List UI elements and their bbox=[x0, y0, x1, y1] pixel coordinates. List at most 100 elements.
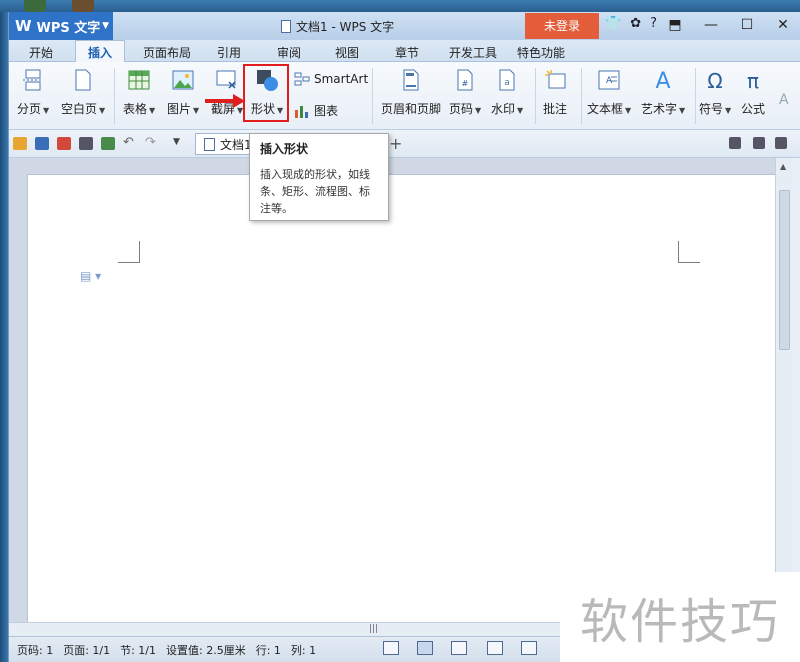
status-setting: 设置值: 2.5厘米 bbox=[166, 643, 246, 657]
tab-home[interactable]: 开始 bbox=[29, 44, 53, 61]
desktop-avatar-icon[interactable] bbox=[72, 0, 94, 12]
scroll-thumb[interactable] bbox=[779, 190, 790, 350]
view-outline-icon[interactable] bbox=[451, 641, 467, 655]
tab-developer[interactable]: 开发工具 bbox=[449, 44, 497, 61]
feedback-icon[interactable]: ✿ bbox=[630, 16, 641, 31]
open-icon[interactable] bbox=[13, 137, 27, 150]
textbox-button[interactable]: A 文本框 ▼ bbox=[587, 68, 631, 117]
tab-review[interactable]: 审阅 bbox=[277, 44, 301, 61]
view-page-icon[interactable] bbox=[417, 641, 433, 655]
skin-icon[interactable]: 👕 bbox=[605, 16, 621, 31]
watermark-icon: a bbox=[499, 69, 515, 91]
formula-button[interactable]: π 公式 bbox=[741, 68, 765, 117]
tab-references[interactable]: 引用 bbox=[217, 44, 241, 61]
tooltip-body: 插入现成的形状，如线条、矩形、流程图、标注等。 bbox=[260, 168, 370, 215]
redo-icon[interactable]: ↷ bbox=[145, 135, 156, 150]
symbol-button[interactable]: Ω 符号 ▼ bbox=[699, 68, 731, 117]
comment-button[interactable]: 批注 bbox=[543, 68, 567, 117]
ribbon-insert: 分页▼ 空白页▼ 表格▼ 图片▼ 截屏▼ 形状▼ SmartArt bbox=[9, 62, 800, 130]
format-icon[interactable] bbox=[729, 137, 741, 149]
page-break-icon bbox=[23, 69, 44, 91]
smartart-icon bbox=[294, 72, 310, 86]
svg-text:a: a bbox=[504, 78, 510, 88]
page-number-button[interactable]: # 页码 ▼ bbox=[449, 68, 481, 117]
desktop-strip bbox=[0, 0, 800, 12]
quick-access-bar: ↶ ↷ ▼ 文档1 + bbox=[9, 130, 800, 158]
symbol-icon: Ω bbox=[707, 69, 722, 92]
maximize-button[interactable]: ☐ bbox=[729, 12, 765, 38]
vertical-scrollbar[interactable]: ▲ ▼ bbox=[775, 158, 793, 632]
new-tab-icon[interactable]: + bbox=[389, 134, 402, 153]
print-preview-icon[interactable] bbox=[101, 137, 115, 150]
table-icon bbox=[128, 70, 150, 90]
divider bbox=[372, 68, 373, 124]
chart-label: 图表 bbox=[314, 104, 339, 118]
window-controls: ⬒ — ☐ ✕ bbox=[657, 12, 800, 38]
wps-window: W WPS 文字 ▼ 文档1 - WPS 文字 未登录 👕 ✿ ? ⬒ — ☐ … bbox=[8, 12, 800, 662]
screenshot-button[interactable]: 截屏 ▼ bbox=[211, 68, 243, 117]
wps-menu-button[interactable]: W WPS 文字 ▼ bbox=[9, 12, 113, 40]
table-button[interactable]: 表格 ▼ bbox=[123, 68, 155, 117]
fullscreen-icon[interactable] bbox=[775, 137, 787, 149]
view-reading-icon[interactable] bbox=[521, 641, 537, 655]
status-row: 行: 1 bbox=[255, 643, 281, 657]
window-title-text: 文档1 - WPS 文字 bbox=[296, 20, 395, 34]
paragraph-icon[interactable]: ▤ ▾ bbox=[80, 269, 101, 283]
view-web-icon[interactable] bbox=[487, 641, 503, 655]
tab-insert[interactable]: 插入 bbox=[75, 40, 126, 63]
export-pdf-icon[interactable] bbox=[57, 137, 71, 150]
layout-icon[interactable] bbox=[753, 137, 765, 149]
restore-app-icon[interactable]: ⬒ bbox=[657, 12, 693, 38]
scroll-up-icon[interactable]: ▲ bbox=[780, 162, 786, 171]
status-pages: 页面: 1/1 bbox=[63, 643, 111, 657]
horizontal-scrollbar[interactable]: ||| bbox=[9, 622, 561, 636]
symbol-label: 符号 bbox=[699, 102, 724, 116]
minimize-button[interactable]: — bbox=[693, 12, 729, 38]
header-footer-button[interactable]: 页眉和页脚 bbox=[381, 68, 441, 117]
crop-mark bbox=[118, 241, 140, 263]
tab-features[interactable]: 特色功能 bbox=[517, 44, 565, 61]
page-break-button[interactable]: 分页 ▼ bbox=[17, 68, 49, 117]
comment-label: 批注 bbox=[543, 102, 568, 116]
picture-label: 图片 bbox=[167, 102, 192, 116]
tab-view[interactable]: 视图 bbox=[335, 44, 359, 61]
title-tools: 👕 ✿ ? bbox=[605, 16, 657, 31]
desktop-app-icon[interactable] bbox=[24, 0, 46, 12]
page-number-label: 页码 bbox=[449, 102, 474, 116]
quick-access-dropdown-icon[interactable]: ▼ bbox=[173, 137, 180, 147]
watermark-button[interactable]: a 水印 ▼ bbox=[491, 68, 523, 117]
app-name: WPS 文字 bbox=[36, 20, 101, 36]
watermark-label: 水印 bbox=[491, 102, 516, 116]
window-title: 文档1 - WPS 文字 bbox=[281, 18, 394, 35]
undo-icon[interactable]: ↶ bbox=[123, 135, 134, 150]
header-footer-icon bbox=[403, 69, 419, 91]
chart-button[interactable]: 图表 bbox=[294, 102, 338, 119]
scroll-grip-icon[interactable]: ||| bbox=[369, 624, 378, 634]
document-tab-label: 文档1 bbox=[220, 137, 252, 152]
wordart-icon: A bbox=[656, 69, 671, 92]
chevron-down-icon: ▼ bbox=[102, 21, 109, 31]
document-page[interactable]: ▤ ▾ bbox=[27, 174, 777, 634]
more-tools-icon[interactable]: A bbox=[779, 92, 789, 108]
divider bbox=[695, 68, 696, 124]
save-icon[interactable] bbox=[35, 137, 49, 150]
table-label: 表格 bbox=[123, 102, 148, 116]
tooltip-title: 插入形状 bbox=[260, 142, 309, 156]
picture-button[interactable]: 图片 ▼ bbox=[167, 68, 199, 117]
blank-page-button[interactable]: 空白页 ▼ bbox=[61, 68, 105, 117]
smartart-button[interactable]: SmartArt bbox=[294, 72, 368, 86]
login-button[interactable]: 未登录 bbox=[525, 13, 599, 39]
wordart-button[interactable]: A 艺术字 ▼ bbox=[641, 68, 685, 117]
document-icon bbox=[281, 20, 291, 33]
tab-chapter[interactable]: 章节 bbox=[395, 44, 419, 61]
close-button[interactable]: ✕ bbox=[765, 12, 800, 38]
help-icon[interactable]: ? bbox=[650, 16, 657, 31]
view-fullscreen-icon[interactable] bbox=[383, 641, 399, 655]
screenshot-icon bbox=[216, 70, 236, 89]
status-page-number: 页码: 1 bbox=[17, 643, 54, 657]
site-watermark: 软件技巧 bbox=[560, 572, 800, 662]
formula-label: 公式 bbox=[741, 102, 766, 116]
print-icon[interactable] bbox=[79, 137, 93, 150]
tab-page-layout[interactable]: 页面布局 bbox=[143, 44, 191, 61]
title-bar: W WPS 文字 ▼ 文档1 - WPS 文字 未登录 👕 ✿ ? ⬒ — ☐ … bbox=[9, 12, 800, 40]
